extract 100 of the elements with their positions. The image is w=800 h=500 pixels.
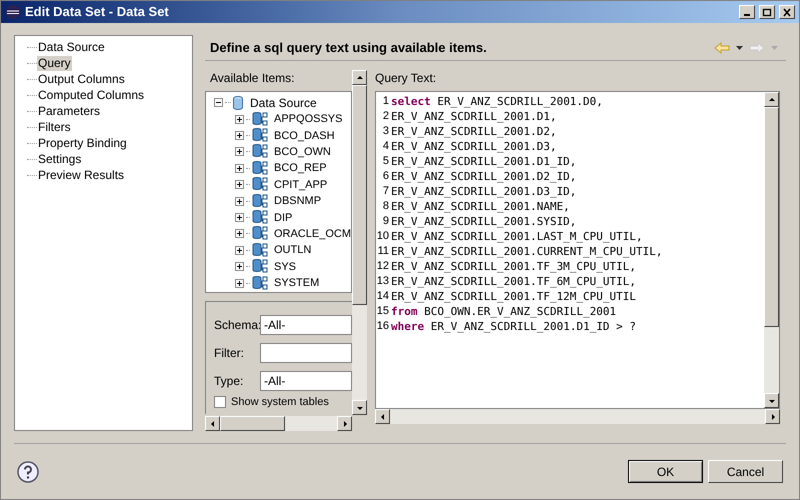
expand-icon[interactable]: [235, 262, 244, 272]
tree-item[interactable]: APPQOSSYS: [274, 112, 342, 126]
dropdown-caret-icon[interactable]: [736, 46, 743, 50]
navigation-item[interactable]: Settings: [37, 152, 82, 166]
navigation-item[interactable]: Preview Results: [37, 168, 126, 182]
tree-item[interactable]: Data Source: [250, 94, 317, 112]
scrollbar-thumb[interactable]: [352, 85, 367, 305]
expand-icon[interactable]: [235, 213, 244, 222]
maximize-icon: [762, 8, 772, 16]
line-number: 16: [376, 319, 390, 334]
line-number: 5: [382, 154, 390, 169]
filter-label: Filter:: [214, 345, 245, 362]
code-line: ER_V_ANZ_SCDRILL_2001.D2,: [390, 124, 557, 139]
close-icon: [782, 8, 792, 16]
triangle-down-icon: [356, 404, 362, 410]
minimize-button[interactable]: [739, 5, 755, 19]
tree-item[interactable]: DBSNMP: [274, 194, 322, 208]
scroll-right-button[interactable]: [337, 416, 352, 431]
navigation-item[interactable]: Computed Columns: [37, 88, 146, 102]
expand-icon[interactable]: [235, 278, 244, 288]
navigation-item[interactable]: Parameters: [37, 104, 102, 118]
minimize-icon: [744, 14, 750, 16]
code-line: ER_V_ANZ_SCDRILL_2001.TF_12M_CPU_UTIL: [390, 289, 636, 304]
schema-icon: [252, 210, 269, 226]
navigation-item[interactable]: Query: [37, 56, 72, 70]
schema-icon: [252, 177, 269, 192]
tree-item[interactable]: SYSTEM: [274, 276, 320, 290]
line-number: 8: [382, 199, 390, 214]
code-line: select ER_V_ANZ_SCDRILL_2001.D0,: [390, 94, 603, 109]
expand-icon[interactable]: [235, 131, 244, 140]
tree-item[interactable]: BCO_REP: [274, 161, 327, 176]
code-line: ER_V_ANZ_SCDRILL_2001.D1,: [390, 109, 557, 124]
line-number: 15: [376, 304, 390, 319]
navigation-item[interactable]: Filters: [37, 120, 72, 134]
navigation-item[interactable]: Output Columns: [37, 72, 126, 86]
close-button[interactable]: [779, 5, 795, 19]
page-heading: Define a sql query text using available items.: [209, 38, 488, 57]
expand-icon[interactable]: [235, 246, 244, 255]
tree-item[interactable]: DIP: [274, 210, 292, 225]
tree-item[interactable]: SYS: [274, 260, 296, 274]
line-number: 12: [376, 259, 390, 274]
tree-item[interactable]: ORACLE_OCM: [274, 226, 351, 241]
code-line: ER_V_ANZ_SCDRILL_2001.D3,: [390, 139, 557, 154]
triangle-up-icon: [768, 96, 774, 102]
line-number: 2: [382, 109, 390, 124]
type-label: Type:: [214, 373, 244, 390]
vertical-scrollbar[interactable]: [352, 70, 367, 415]
expand-icon[interactable]: [235, 114, 244, 124]
maximize-button[interactable]: [759, 5, 775, 19]
window-title: Edit Data Set - Data Set: [25, 3, 170, 22]
line-number: 10: [376, 229, 390, 244]
triangle-right-icon: [770, 414, 776, 420]
scroll-up-button[interactable]: [352, 70, 367, 85]
expand-icon[interactable]: [235, 229, 244, 238]
code-line: ER_V_ANZ_SCDRILL_2001.D3_ID,: [390, 184, 576, 199]
line-number: 3: [382, 124, 390, 139]
expand-icon[interactable]: [235, 196, 244, 206]
checkbox[interactable]: [214, 396, 226, 408]
schema-dropdown[interactable]: -All-: [260, 315, 352, 335]
triangle-left-icon: [210, 420, 216, 426]
line-number: 1: [382, 94, 390, 109]
filter-input[interactable]: [260, 343, 352, 363]
collapse-icon[interactable]: [214, 98, 223, 107]
horizontal-scrollbar[interactable]: [375, 409, 780, 424]
line-number: 6: [382, 169, 390, 184]
expand-icon[interactable]: [235, 164, 244, 173]
horizontal-scrollbar[interactable]: [205, 416, 352, 431]
triangle-right-icon: [342, 420, 348, 426]
line-number: 4: [382, 139, 390, 154]
tree-item[interactable]: OUTLN: [274, 243, 312, 258]
scroll-up-button[interactable]: [764, 92, 779, 107]
code-line: from BCO_OWN.ER_V_ANZ_SCDRILL_2001: [390, 304, 616, 319]
tree-item[interactable]: CPIT_APP: [274, 178, 328, 192]
navigation-item[interactable]: Property Binding: [37, 136, 128, 150]
query-text-label: Query Text:: [375, 70, 438, 85]
scroll-down-button[interactable]: [352, 400, 367, 415]
dialog-button[interactable]: OK: [628, 460, 703, 483]
navigation-item[interactable]: Data Source: [37, 40, 106, 54]
dialog-button[interactable]: Cancel: [708, 460, 783, 483]
type-dropdown[interactable]: -All-: [260, 371, 352, 391]
schema-icon: [252, 112, 269, 127]
scroll-right-button[interactable]: [765, 409, 780, 424]
available-items-label: Available Items:: [209, 70, 296, 85]
code-line: where ER_V_ANZ_SCDRILL_2001.D1_ID > ?: [390, 319, 636, 334]
vertical-scrollbar[interactable]: [764, 92, 779, 408]
tree-item[interactable]: BCO_OWN: [274, 144, 331, 159]
scroll-left-button[interactable]: [375, 409, 390, 424]
scrollbar-thumb[interactable]: [764, 107, 779, 327]
help-icon[interactable]: [17, 460, 39, 482]
code-line: ER_V_ANZ_SCDRILL_2001.TF_6M_CPU_UTIL,: [390, 274, 636, 289]
tree-item[interactable]: BCO_DASH: [274, 128, 335, 143]
code-line: ER_V_ANZ_SCDRILL_2001.SYSID,: [390, 214, 576, 229]
scroll-down-button[interactable]: [764, 393, 779, 408]
schema-icon: [252, 194, 269, 209]
scroll-left-button[interactable]: [205, 416, 220, 431]
expand-icon[interactable]: [235, 180, 244, 190]
line-number: 13: [376, 274, 390, 289]
show-system-tables-label: Show system tables: [231, 396, 329, 408]
expand-icon[interactable]: [235, 147, 244, 156]
scrollbar-thumb[interactable]: [220, 416, 285, 431]
